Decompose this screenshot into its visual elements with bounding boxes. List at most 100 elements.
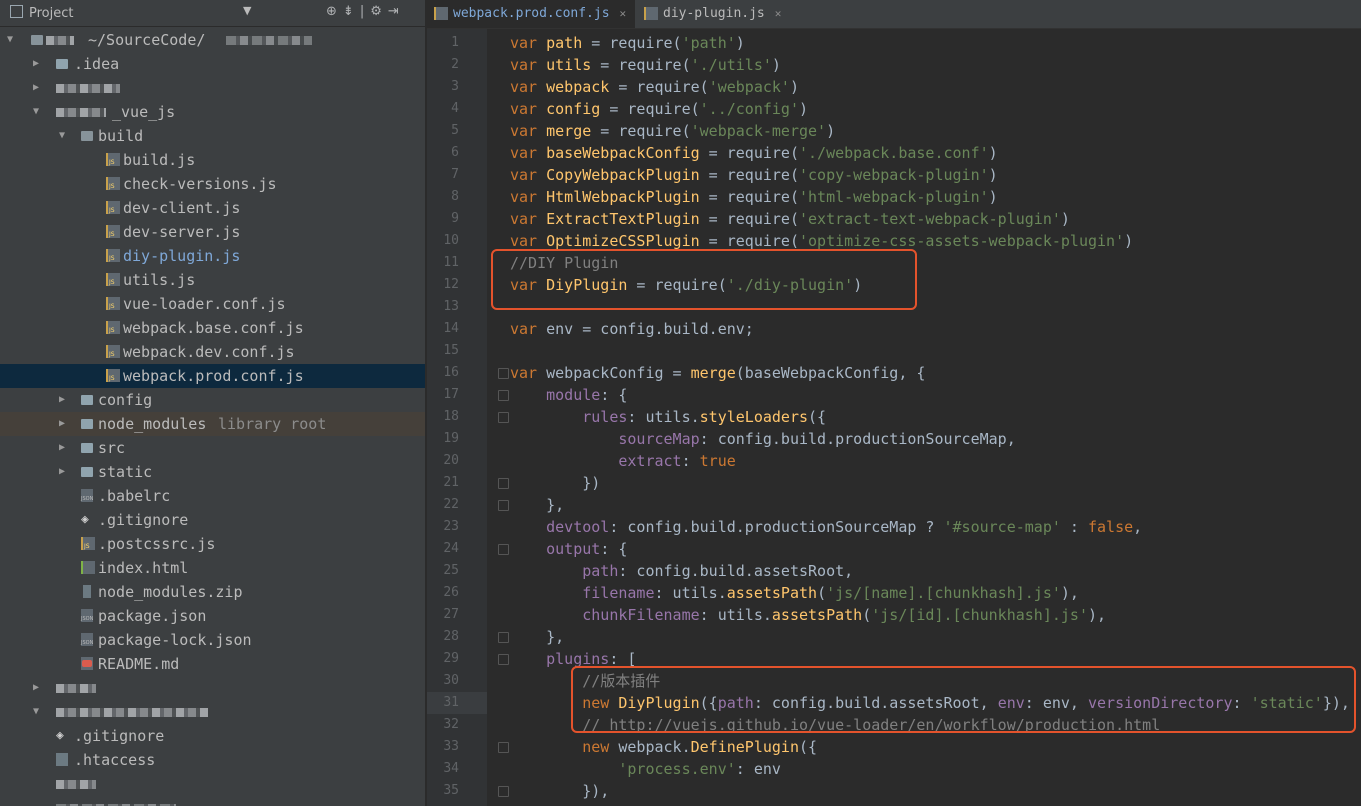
tree-row-redacted[interactable]: ▶ bbox=[0, 676, 425, 700]
tree-row-file[interactable]: .postcssrc.js bbox=[0, 532, 425, 556]
code-line[interactable]: module: { bbox=[510, 384, 627, 406]
chevron-right-icon[interactable]: ▶ bbox=[57, 388, 67, 412]
code-line[interactable]: var CopyWebpackPlugin = require('copy-we… bbox=[510, 164, 998, 186]
fold-marker-icon[interactable] bbox=[498, 500, 509, 511]
line-number: 35 bbox=[443, 783, 459, 798]
code-line[interactable]: path: config.build.assetsRoot, bbox=[510, 560, 853, 582]
code-line[interactable]: var utils = require('./utils') bbox=[510, 54, 781, 76]
tree-label: node_modules.zip bbox=[98, 583, 243, 601]
code-line[interactable]: var merge = require('webpack-merge') bbox=[510, 120, 835, 142]
tree-row-file[interactable]: ◈ .gitignore bbox=[0, 508, 425, 532]
tree-row-root[interactable]: ▼ ~/SourceCode/ bbox=[0, 28, 425, 52]
fold-marker-icon[interactable] bbox=[498, 390, 509, 401]
tree-row-folder[interactable]: ▶ static bbox=[0, 460, 425, 484]
chevron-right-icon[interactable]: ▶ bbox=[57, 436, 67, 460]
tree-row-folder[interactable]: ▶ .idea bbox=[0, 52, 425, 76]
code-line[interactable]: }, bbox=[510, 626, 564, 648]
tree-row-file[interactable]: build.js bbox=[0, 148, 425, 172]
code-line[interactable]: var env = config.build.env; bbox=[510, 318, 754, 340]
chevron-right-icon[interactable]: ▶ bbox=[57, 460, 67, 484]
code-line[interactable]: var path = require('path') bbox=[510, 32, 745, 54]
gear-icon[interactable]: ⚙ bbox=[370, 4, 388, 19]
code-line[interactable]: }, bbox=[510, 494, 564, 516]
tree-label: static bbox=[98, 463, 153, 481]
tree-row-file[interactable]: .htaccess bbox=[0, 748, 425, 772]
tree-row-file[interactable]: utils.js bbox=[0, 268, 425, 292]
line-number: 18 bbox=[443, 409, 459, 424]
close-icon[interactable]: ✕ bbox=[775, 7, 782, 20]
markdown-file-icon bbox=[81, 657, 93, 670]
html-file-icon bbox=[81, 561, 95, 574]
chevron-down-icon[interactable]: ▼ bbox=[243, 4, 251, 17]
tree-row-folder[interactable]: ▼ _vue_js bbox=[0, 100, 425, 124]
tree-row-folder[interactable]: ▶ config bbox=[0, 388, 425, 412]
tree-row-file[interactable]: package.json bbox=[0, 604, 425, 628]
chevron-right-icon[interactable]: ▶ bbox=[31, 52, 41, 76]
code-line[interactable]: var HtmlWebpackPlugin = require('html-we… bbox=[510, 186, 998, 208]
tree-row-file[interactable]: webpack.base.conf.js bbox=[0, 316, 425, 340]
tree-row-file[interactable]: dev-client.js bbox=[0, 196, 425, 220]
chevron-down-icon[interactable]: ▼ bbox=[31, 100, 41, 124]
tree-row-folder[interactable]: ▶ node_modules library root bbox=[0, 412, 425, 436]
project-view-selector[interactable]: Project bbox=[10, 5, 73, 21]
code-line[interactable]: output: { bbox=[510, 538, 627, 560]
tree-row-file[interactable]: index.html bbox=[0, 556, 425, 580]
json-file-icon bbox=[81, 609, 93, 622]
locate-icon[interactable]: ⊕ bbox=[326, 4, 343, 19]
tree-row-file[interactable]: webpack.dev.conf.js bbox=[0, 340, 425, 364]
tree-row-file[interactable]: package-lock.json bbox=[0, 628, 425, 652]
tree-row-redacted[interactable]: ▼ bbox=[0, 700, 425, 724]
fold-marker-icon[interactable] bbox=[498, 544, 509, 555]
tree-row-redacted[interactable] bbox=[0, 772, 425, 796]
fold-marker-icon[interactable] bbox=[498, 478, 509, 489]
code-line[interactable]: var webpack = require('webpack') bbox=[510, 76, 799, 98]
tree-row-file[interactable]: node_modules.zip bbox=[0, 580, 425, 604]
line-number: 8 bbox=[451, 189, 459, 204]
tree-row-redacted[interactable]: ▶ bbox=[0, 76, 425, 100]
tree-row-file[interactable]: diy-plugin.js bbox=[0, 244, 425, 268]
code-line[interactable]: devtool: config.build.productionSourceMa… bbox=[510, 516, 1142, 538]
close-icon[interactable]: ✕ bbox=[620, 7, 627, 20]
code-line[interactable]: sourceMap: config.build.productionSource… bbox=[510, 428, 1015, 450]
tree-row-file[interactable]: dev-server.js bbox=[0, 220, 425, 244]
tree-row-redacted[interactable] bbox=[0, 796, 425, 806]
tab-diy-plugin[interactable]: diy-plugin.js ✕ bbox=[637, 0, 789, 28]
tree-row-file[interactable]: vue-loader.conf.js bbox=[0, 292, 425, 316]
code-line[interactable]: 'process.env': env bbox=[510, 758, 781, 780]
fold-marker-icon[interactable] bbox=[498, 786, 509, 797]
fold-marker-icon[interactable] bbox=[498, 412, 509, 423]
chevron-right-icon[interactable]: ▶ bbox=[31, 676, 41, 700]
code-line[interactable]: filename: utils.assetsPath('js/[name].[c… bbox=[510, 582, 1079, 604]
code-line[interactable]: }) bbox=[510, 472, 600, 494]
tree-label: .postcssrc.js bbox=[98, 535, 216, 553]
chevron-down-icon[interactable]: ▼ bbox=[31, 700, 41, 724]
code-line[interactable]: new webpack.DefinePlugin({ bbox=[510, 736, 817, 758]
chevron-right-icon[interactable]: ▶ bbox=[31, 76, 41, 100]
code-line[interactable]: var baseWebpackConfig = require('./webpa… bbox=[510, 142, 998, 164]
fold-marker-icon[interactable] bbox=[498, 632, 509, 643]
tree-row-file[interactable]: .babelrc bbox=[0, 484, 425, 508]
fold-marker-icon[interactable] bbox=[498, 742, 509, 753]
chevron-right-icon[interactable]: ▶ bbox=[57, 412, 67, 436]
fold-marker-icon[interactable] bbox=[498, 368, 509, 379]
collapse-all-icon[interactable]: ⇟ bbox=[343, 4, 360, 19]
code-line[interactable]: }), bbox=[510, 780, 609, 802]
tree-row-file[interactable]: ◈ .gitignore bbox=[0, 724, 425, 748]
fold-marker-icon[interactable] bbox=[498, 654, 509, 665]
code-line[interactable]: extract: true bbox=[510, 450, 735, 472]
highlight-box-diy-plugin-require bbox=[491, 249, 917, 310]
code-line[interactable]: rules: utils.styleLoaders({ bbox=[510, 406, 826, 428]
code-line[interactable]: var ExtractTextPlugin = require('extract… bbox=[510, 208, 1070, 230]
tab-webpack-prod-conf[interactable]: webpack.prod.conf.js ✕ bbox=[427, 0, 635, 28]
tree-row-folder[interactable]: ▼ build bbox=[0, 124, 425, 148]
tree-row-file[interactable]: check-versions.js bbox=[0, 172, 425, 196]
chevron-down-icon[interactable]: ▼ bbox=[57, 124, 67, 148]
code-line[interactable]: chunkFilename: utils.assetsPath('js/[id]… bbox=[510, 604, 1106, 626]
hide-panel-icon[interactable]: ⇥ bbox=[388, 4, 405, 19]
chevron-down-icon[interactable]: ▼ bbox=[5, 28, 15, 52]
code-line[interactable]: var webpackConfig = merge(baseWebpackCon… bbox=[510, 362, 925, 384]
tree-row-folder[interactable]: ▶ src bbox=[0, 436, 425, 460]
tree-row-file-selected[interactable]: webpack.prod.conf.js bbox=[0, 364, 425, 388]
tree-row-file[interactable]: README.md bbox=[0, 652, 425, 676]
code-line[interactable]: var config = require('../config') bbox=[510, 98, 808, 120]
